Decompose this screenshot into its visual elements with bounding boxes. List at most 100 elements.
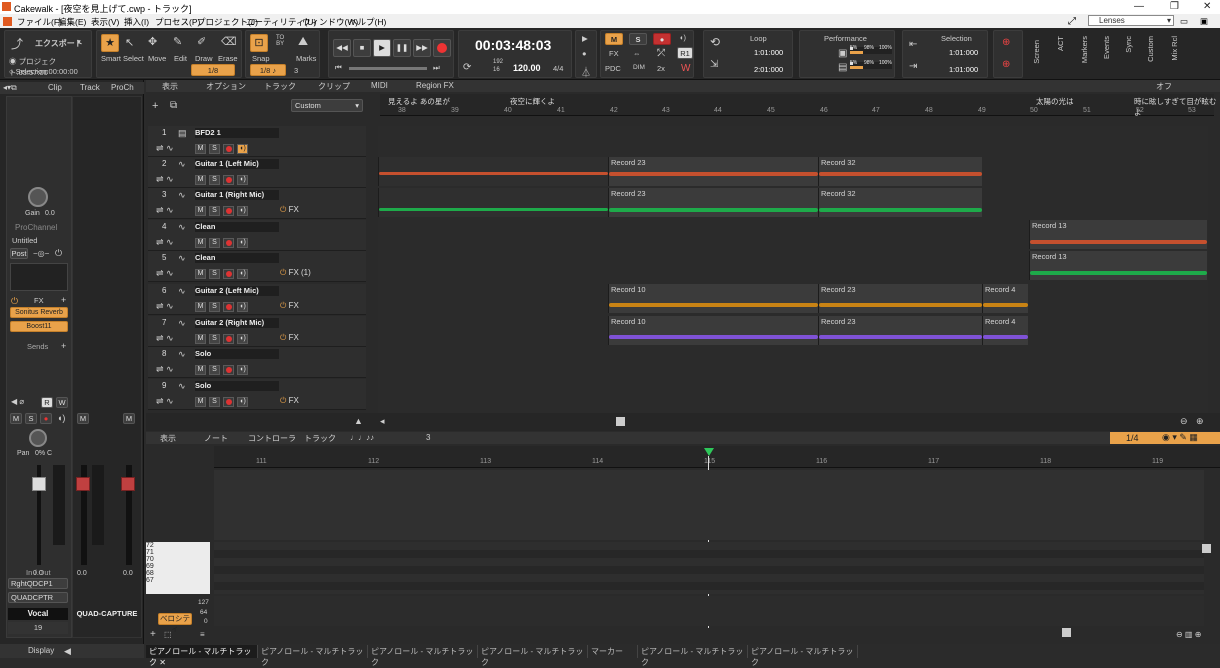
track-3[interactable]: 3 ∿ Guitar 1 (Right Mic) ⇌ ∿ M S ◖) ⏻ FX bbox=[148, 188, 366, 219]
track-5[interactable]: 5 ∿ Clean ⇌ ∿ M S ◖) ⏻ FX (1) bbox=[148, 251, 366, 282]
pr-add-icon[interactable]: + bbox=[150, 629, 156, 640]
note-duration-icons[interactable]: ♩♩♪♪ bbox=[350, 433, 374, 442]
menu-edit[interactable]: 編集(E) bbox=[58, 16, 86, 28]
snap-value[interactable]: 1/8 ♪ bbox=[250, 64, 286, 76]
strip-name-2[interactable]: QUAD-CAPTURE bbox=[74, 608, 140, 620]
track-6[interactable]: 6 ∿ Guitar 2 (Left Mic) ⇌ ∿ M S ◖) ⏻ FX bbox=[148, 284, 366, 315]
tab-track[interactable]: Track bbox=[80, 83, 100, 92]
inspector-options-icon[interactable]: ◂▾⧉ bbox=[3, 83, 17, 93]
selection-start-icon[interactable]: ⇤ bbox=[909, 39, 917, 50]
scroll-up-icon[interactable]: ▲ bbox=[354, 416, 363, 426]
markers-tab[interactable]: Markers bbox=[1080, 36, 1089, 63]
fx-slot-1[interactable]: Sonitus Reverb bbox=[10, 307, 68, 318]
tab-pianoroll-3[interactable]: ピアノロール - マルチトラック bbox=[368, 645, 478, 667]
menu-view[interactable]: 表示(V) bbox=[91, 16, 119, 28]
act-tab[interactable]: ACT bbox=[1056, 36, 1065, 51]
select-tool-icon[interactable]: ↖ bbox=[125, 36, 134, 49]
rewind-icon[interactable]: ◀◀ bbox=[333, 39, 351, 57]
write-automation-button[interactable]: W bbox=[56, 397, 68, 408]
fx-bypass-button[interactable]: FX bbox=[609, 49, 619, 58]
tab-pianoroll-2[interactable]: ピアノロール - マルチトラック bbox=[258, 645, 368, 667]
mute-button[interactable]: M bbox=[195, 302, 206, 312]
display-button[interactable]: Display bbox=[28, 646, 54, 655]
zoom-in-icon[interactable]: ⊕ bbox=[1196, 416, 1204, 427]
screen-icon[interactable]: ▭ bbox=[1180, 16, 1188, 27]
post-button[interactable]: Post bbox=[10, 248, 28, 259]
marker-3[interactable]: 太陽の光は bbox=[1036, 96, 1074, 107]
read-automation-button[interactable]: R bbox=[41, 397, 53, 408]
input-echo-icon[interactable]: ◖) bbox=[237, 334, 248, 344]
track-name[interactable]: Solo bbox=[195, 381, 279, 391]
go-end-icon[interactable]: ⏭ bbox=[433, 63, 440, 73]
strip-mute-button[interactable]: M bbox=[10, 413, 22, 424]
edit-tool-icon[interactable]: ✎ bbox=[173, 35, 182, 48]
mute-all-button[interactable]: M bbox=[605, 33, 623, 45]
clip-t2-pre[interactable] bbox=[378, 157, 608, 186]
eq-graph[interactable] bbox=[10, 263, 68, 291]
move-tool-icon[interactable]: ✥ bbox=[148, 35, 157, 48]
r1-button[interactable]: R1 bbox=[677, 47, 693, 59]
clip-t6a[interactable]: Record 10 bbox=[608, 284, 818, 313]
loop-fit-icon[interactable]: ⇲ bbox=[710, 59, 718, 70]
clip-t7a[interactable]: Record 10 bbox=[608, 316, 818, 345]
clip-t3b[interactable]: Record 32 bbox=[818, 188, 982, 217]
preset-name[interactable]: Untitled bbox=[12, 236, 37, 245]
clip-t3a[interactable]: Record 23 bbox=[608, 188, 818, 217]
track-eq-icon[interactable]: ⇌ ∿ bbox=[156, 174, 174, 185]
clip-t4[interactable]: Record 13 bbox=[1029, 220, 1207, 249]
tab-markers[interactable]: マーカー bbox=[588, 645, 638, 658]
track-view-preset[interactable]: Custom ▾ bbox=[291, 99, 363, 112]
track-eq-icon[interactable]: ⇌ ∿ bbox=[156, 143, 174, 154]
solo-button[interactable]: S bbox=[209, 238, 220, 248]
phase-icon[interactable]: ◀ ⌀ bbox=[11, 397, 24, 406]
track-name[interactable]: Solo bbox=[195, 349, 279, 359]
selection-end-icon[interactable]: ⇥ bbox=[909, 61, 917, 72]
pan-knob[interactable] bbox=[29, 429, 47, 447]
write-automation-icon[interactable]: W bbox=[681, 63, 690, 74]
strip-arm-icon[interactable]: ● bbox=[40, 413, 52, 424]
marker-1[interactable]: 見えるよ あの星が bbox=[388, 96, 450, 107]
input-echo-icon[interactable]: ◖) bbox=[237, 365, 248, 375]
chevron-left-icon[interactable]: ◀ bbox=[64, 646, 71, 657]
mute-button[interactable]: M bbox=[195, 334, 206, 344]
pause-icon[interactable]: ❚❚ bbox=[393, 39, 411, 57]
track-eq-icon[interactable]: ⇌ ∿ bbox=[156, 364, 174, 375]
clip-t5[interactable]: Record 13 bbox=[1029, 251, 1207, 280]
pr-snap-tools[interactable]: ◉ ▾ ✎ ▦ bbox=[1162, 432, 1198, 443]
record-arm-icon[interactable] bbox=[223, 144, 234, 154]
fx-add-icon[interactable]: + bbox=[61, 295, 66, 305]
meter[interactable]: 4/4 bbox=[553, 64, 563, 73]
dim-button[interactable]: DIM bbox=[633, 64, 645, 71]
tab-clip[interactable]: Clip bbox=[48, 83, 62, 92]
erase-tool-icon[interactable]: ⌫ bbox=[221, 35, 237, 48]
input-echo-icon[interactable]: ◖) bbox=[679, 33, 686, 42]
fx-bin[interactable]: ⏻ FX bbox=[280, 205, 299, 215]
controller-pane[interactable] bbox=[214, 596, 1204, 626]
mute-button[interactable]: M bbox=[195, 144, 206, 154]
mute-button[interactable]: M bbox=[195, 238, 206, 248]
snap-options[interactable]: TO BY bbox=[276, 35, 284, 47]
solo-button[interactable]: S bbox=[209, 397, 220, 407]
punch-out-icon[interactable]: ⊕ bbox=[1002, 59, 1010, 70]
track-folder-icon[interactable]: ⧉ bbox=[170, 100, 177, 111]
track-menu-clip[interactable]: クリップ bbox=[318, 81, 350, 92]
loop-start[interactable]: 1:01:000 bbox=[754, 48, 783, 57]
tab-pianoroll-6[interactable]: ピアノロール - マルチトラック bbox=[748, 645, 858, 667]
pr-menu-icon[interactable]: ≡ bbox=[200, 630, 205, 639]
expand-icon[interactable]: ⤢ bbox=[1068, 16, 1076, 27]
menu-help[interactable]: ヘルプ(H) bbox=[349, 16, 386, 28]
clip-t2b[interactable]: Record 32 bbox=[818, 157, 982, 186]
record-arm-icon[interactable] bbox=[223, 238, 234, 248]
track-name[interactable]: Clean bbox=[195, 253, 279, 263]
link-icon[interactable]: ⇔ bbox=[633, 49, 641, 58]
position-slider[interactable] bbox=[349, 67, 427, 70]
solo-button[interactable]: S bbox=[209, 302, 220, 312]
pr-menu-track[interactable]: トラック bbox=[304, 433, 336, 444]
record-arm-icon[interactable] bbox=[223, 269, 234, 279]
app-menu-icon[interactable] bbox=[3, 17, 12, 26]
menu-insert[interactable]: 挿入(I) bbox=[124, 16, 149, 28]
clip-t6c[interactable]: Record 4 bbox=[982, 284, 1028, 313]
input-echo-icon[interactable]: ◖) bbox=[237, 175, 248, 185]
track-eq-icon[interactable]: ⇌ ∿ bbox=[156, 205, 174, 216]
go-start-icon[interactable]: ⏮ bbox=[335, 63, 342, 73]
